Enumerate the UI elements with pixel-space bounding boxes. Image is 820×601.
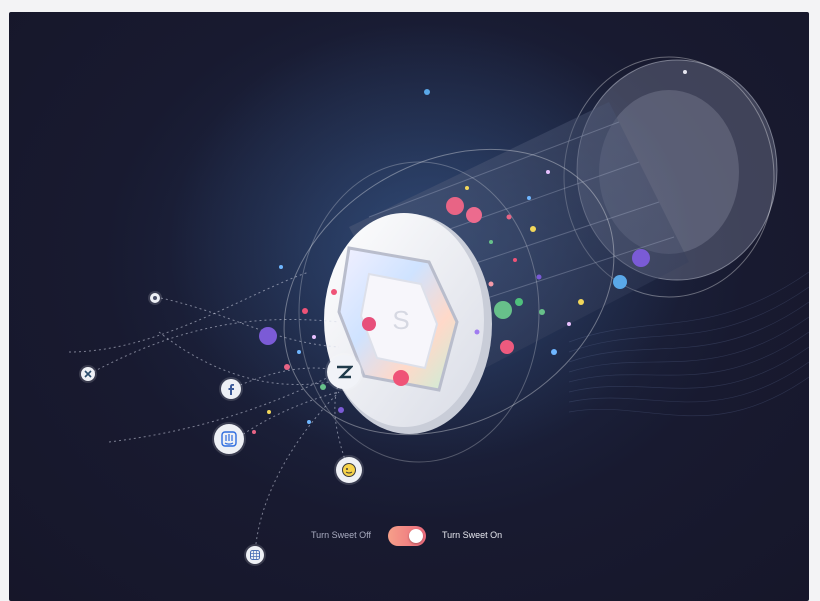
close-app-glyph xyxy=(84,370,92,378)
intercom-glyph xyxy=(221,431,237,447)
sweet-toggle-switch[interactable] xyxy=(388,526,426,546)
hero-illustration-stage: S Turn Sweet Off Turn Sweet On xyxy=(9,12,809,601)
mailchimp-glyph xyxy=(342,463,356,477)
turn-sweet-off-label[interactable]: Turn Sweet Off xyxy=(311,530,371,540)
zendesk-glyph xyxy=(337,365,353,379)
sweet-toggle-row: Turn Sweet Off Turn Sweet On xyxy=(9,524,809,548)
intercom-icon[interactable] xyxy=(214,424,244,454)
turn-sweet-on-label[interactable]: Turn Sweet On xyxy=(442,530,502,540)
zendesk-icon[interactable] xyxy=(327,355,361,389)
small-app-icon[interactable] xyxy=(150,293,160,303)
grid-app-icon[interactable] xyxy=(246,546,264,564)
small-app-glyph xyxy=(153,296,157,300)
sweet-logo-mark: S xyxy=(392,305,409,335)
mailchimp-icon[interactable] xyxy=(336,457,362,483)
close-app-icon[interactable] xyxy=(81,367,95,381)
sweet-device-illustration: S xyxy=(68,22,809,555)
facebook-icon[interactable] xyxy=(221,379,241,399)
toggle-knob xyxy=(409,529,423,543)
grid-app-glyph xyxy=(250,550,260,560)
facebook-glyph xyxy=(228,384,234,395)
